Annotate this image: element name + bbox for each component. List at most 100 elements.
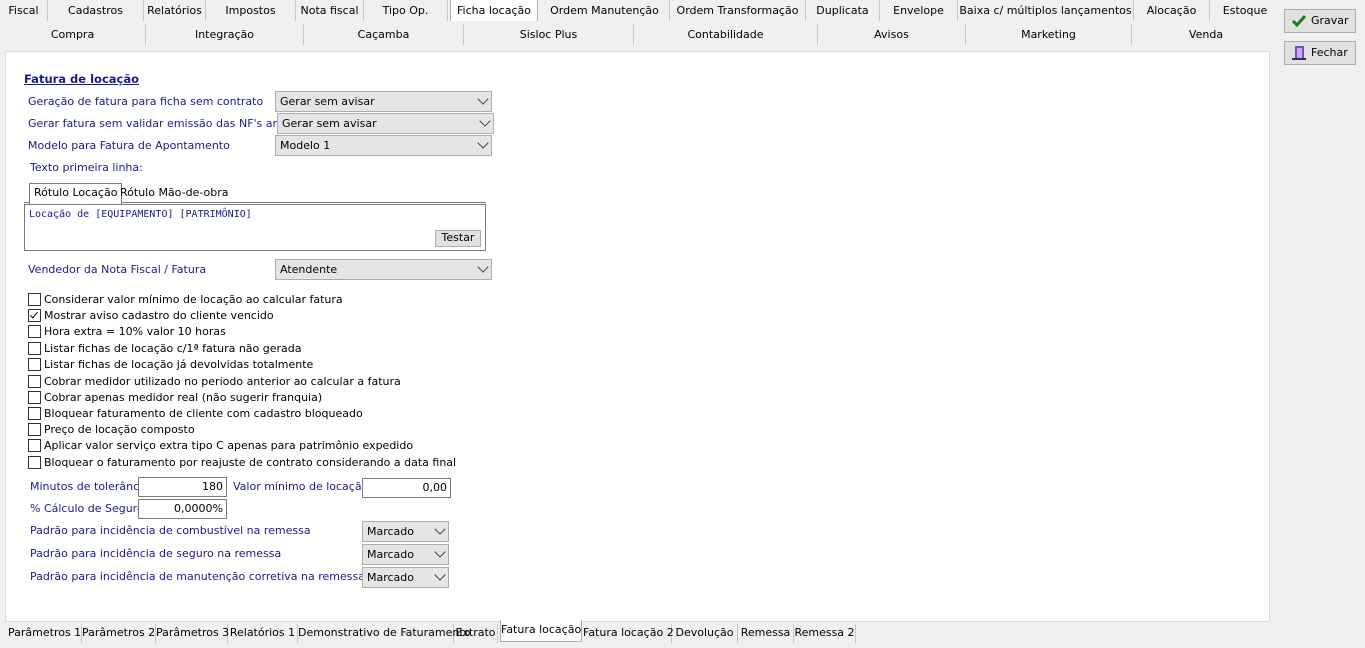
- tab-cadastros[interactable]: Cadastros: [48, 0, 144, 21]
- checkbox-box[interactable]: [28, 293, 41, 306]
- checkbox-label: Cobrar apenas medidor real (não sugerir …: [44, 391, 323, 404]
- modelo-select[interactable]: Modelo 1: [275, 135, 492, 156]
- close-button[interactable]: Fechar: [1284, 41, 1356, 65]
- checkbox-box[interactable]: [28, 309, 41, 322]
- checkbox-cobrar-medidor-real[interactable]: Cobrar apenas medidor real (não sugerir …: [28, 391, 322, 405]
- tab-relatorios[interactable]: Relatórios: [144, 0, 206, 21]
- padrao-manutencao-select[interactable]: Marcado: [362, 567, 449, 588]
- modelo-select-value: Modelo 1: [280, 139, 331, 152]
- tab-duplicata[interactable]: Duplicata: [806, 0, 880, 21]
- padrao-combustivel-select[interactable]: Marcado: [362, 521, 449, 542]
- tab-parametros-3[interactable]: Parâmetros 3: [156, 624, 229, 643]
- vendedor-label: Vendedor da Nota Fiscal / Fatura: [28, 263, 207, 276]
- tab-rotulo-mao-de-obra[interactable]: Rótulo Mão-de-obra: [116, 184, 232, 203]
- tab-contabilidade[interactable]: Contabilidade: [634, 24, 818, 45]
- seguro-label: % Cálculo de Seguro: [30, 502, 144, 515]
- checkbox-label: Considerar valor mínimo de locação ao ca…: [44, 293, 343, 306]
- tab-avisos[interactable]: Avisos: [818, 24, 966, 45]
- checkbox-preco-composto[interactable]: Preço de locação composto: [28, 423, 195, 437]
- tab-ficha-locacao[interactable]: Ficha locação: [450, 0, 538, 21]
- tab-parametros-2[interactable]: Parâmetros 2: [82, 624, 156, 643]
- geracao-select-value: Gerar sem avisar: [280, 95, 375, 108]
- checkmark-icon: [1291, 15, 1307, 28]
- geracao-select[interactable]: Gerar sem avisar: [275, 91, 492, 112]
- tab-estoque[interactable]: Estoque: [1210, 0, 1280, 21]
- tab-demonstrativo-faturamento[interactable]: Demonstrativo de Faturamento: [298, 624, 470, 643]
- gerar-nf-select[interactable]: Gerar sem avisar: [277, 113, 494, 134]
- tab-devolucao[interactable]: Devolução: [672, 624, 738, 643]
- padrao-manutencao-value: Marcado: [367, 571, 415, 584]
- checkbox-cobrar-medidor-anterior[interactable]: Cobrar medidor utilizado no periodo ante…: [28, 375, 401, 389]
- chevron-down-icon: [434, 546, 446, 558]
- checkbox-box[interactable]: [28, 407, 41, 420]
- tab-marketing[interactable]: Marketing: [966, 24, 1132, 45]
- tab-fiscal[interactable]: Fiscal: [0, 0, 48, 21]
- padrao-seguro-select[interactable]: Marcado: [362, 544, 449, 565]
- tab-remessa-2[interactable]: Remessa 2: [794, 624, 856, 643]
- checkbox-bloquear-cliente[interactable]: Bloquear faturamento de cliente com cada…: [28, 407, 363, 421]
- checkbox-label: Bloquear o faturamento por reajuste de c…: [44, 456, 457, 469]
- checkbox-box[interactable]: [28, 391, 41, 404]
- tab-relatorios-1[interactable]: Relatórios 1: [228, 624, 298, 643]
- vendedor-select[interactable]: Atendente: [275, 259, 492, 280]
- checkbox-label: Listar fichas de locação já devolvidas t…: [44, 358, 314, 371]
- tab-fatura-locacao-2[interactable]: Fatura locação 2: [583, 624, 674, 643]
- checkbox-listar-fichas-nao-gerada[interactable]: Listar fichas de locação c/1ª fatura não…: [28, 342, 302, 356]
- checkbox-hora-extra[interactable]: Hora extra = 10% valor 10 horas: [28, 325, 226, 339]
- tab-remessa[interactable]: Remessa: [738, 624, 794, 643]
- valor-minimo-input[interactable]: 0,00: [362, 478, 451, 498]
- close-button-label: Fechar: [1311, 46, 1348, 59]
- tab-nota-fiscal[interactable]: Nota fiscal: [296, 0, 364, 21]
- checkbox-bloquear-reajuste[interactable]: Bloquear o faturamento por reajuste de c…: [28, 456, 456, 470]
- save-button[interactable]: Gravar: [1284, 9, 1356, 33]
- padrao-combustivel-label: Padrão para incidência de combustível na…: [30, 524, 311, 537]
- tab-integracao[interactable]: Integração: [146, 24, 304, 45]
- section-title: Fatura de locação: [24, 72, 139, 86]
- tab-rotulo-locacao[interactable]: Rótulo Locação: [29, 183, 123, 204]
- checkbox-listar-fichas-devolvidas[interactable]: Listar fichas de locação já devolvidas t…: [28, 358, 313, 372]
- tab-extrato[interactable]: Extrato: [454, 624, 498, 643]
- tab-impostos[interactable]: Impostos: [206, 0, 296, 21]
- chevron-down-icon: [479, 115, 491, 127]
- tab-cacamba[interactable]: Caçamba: [304, 24, 464, 45]
- tolerancia-input[interactable]: 180: [138, 477, 227, 497]
- tab-venda[interactable]: Venda: [1132, 24, 1280, 45]
- padrao-seguro-label: Padrão para incidência de seguro na reme…: [30, 547, 282, 560]
- memo-texto-primeira-linha[interactable]: Locação de [EQUIPAMENTO] [PATRIMÔNIO] Te…: [24, 204, 486, 251]
- checkbox-box[interactable]: [28, 456, 41, 469]
- exit-door-icon: [1292, 46, 1306, 60]
- tab-sisloc-plus[interactable]: Sisloc Plus: [464, 24, 634, 45]
- tab-alocacao[interactable]: Alocação: [1134, 0, 1210, 21]
- seguro-input[interactable]: 0,0000%: [138, 499, 227, 519]
- save-button-label: Gravar: [1311, 14, 1349, 27]
- tab-fatura-locacao[interactable]: Fatura locação: [500, 620, 582, 642]
- top-tab-bar-2: Compra Integração Caçamba Sisloc Plus Co…: [0, 24, 1280, 46]
- geracao-label: Geração de fatura para ficha sem contrat…: [28, 95, 264, 108]
- checkbox-aviso-cadastro[interactable]: Mostrar aviso cadastro do cliente vencid…: [28, 309, 274, 323]
- chevron-down-icon: [434, 523, 446, 535]
- checkbox-label: Bloquear faturamento de cliente com cada…: [44, 407, 363, 420]
- testar-button[interactable]: Testar: [435, 230, 481, 247]
- tab-ordem-transformacao[interactable]: Ordem Transformação: [670, 0, 806, 21]
- checkbox-label: Hora extra = 10% valor 10 horas: [44, 325, 226, 338]
- top-tab-bar: Fiscal Cadastros Relatórios Impostos Not…: [0, 0, 1280, 22]
- checkbox-box[interactable]: [28, 375, 41, 388]
- checkbox-label: Listar fichas de locação c/1ª fatura não…: [44, 342, 302, 355]
- chevron-down-icon: [477, 261, 489, 273]
- tab-baixa-multiplos[interactable]: Baixa c/ múltiplos lançamentos: [958, 0, 1134, 21]
- tab-compra[interactable]: Compra: [0, 24, 146, 45]
- checkbox-box[interactable]: [28, 439, 41, 452]
- checkbox-box[interactable]: [28, 342, 41, 355]
- gerar-nf-select-value: Gerar sem avisar: [282, 117, 377, 130]
- chevron-down-icon: [477, 137, 489, 149]
- checkbox-box[interactable]: [28, 358, 41, 371]
- tab-parametros-1[interactable]: Parâmetros 1: [8, 624, 82, 643]
- checkbox-valor-minimo[interactable]: Considerar valor mínimo de locação ao ca…: [28, 293, 343, 307]
- tab-ordem-manutencao[interactable]: Ordem Manutenção: [540, 0, 670, 21]
- tab-tipo-op[interactable]: Tipo Op.: [364, 0, 448, 21]
- checkbox-box[interactable]: [28, 423, 41, 436]
- checkbox-box[interactable]: [28, 325, 41, 338]
- checkbox-label: Mostrar aviso cadastro do cliente vencid…: [44, 309, 274, 322]
- checkbox-servico-extra-c[interactable]: Aplicar valor serviço extra tipo C apena…: [28, 439, 413, 453]
- tab-envelope[interactable]: Envelope: [880, 0, 958, 21]
